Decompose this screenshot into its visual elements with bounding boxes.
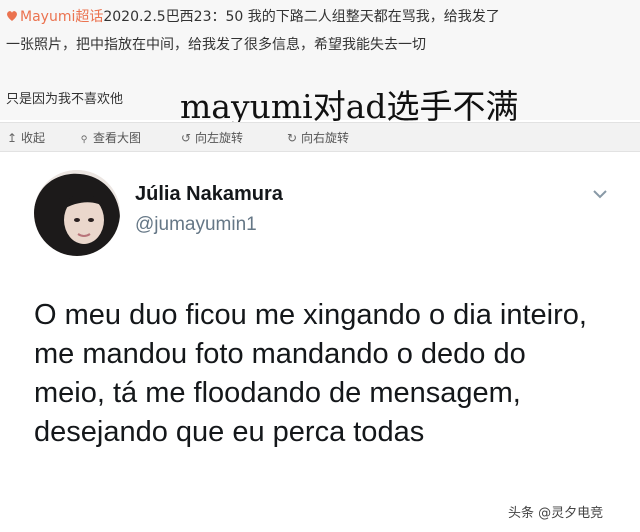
post-text-line-2: 一张照片，把中指放在中间，给我发了很多信息，希望我能失去一切 [6,37,426,53]
post-text-line-1: Mayumi超话2020.2.5巴西23：50 我的下路二人组整天都在骂我，给我… [6,6,500,26]
rotate-left-icon: ↺ [180,131,192,145]
watermark: 头条 @灵夕电竞 [508,506,604,521]
avatar-photo [34,170,120,256]
post-text-line-3: 只是因为我不喜欢他 [6,92,124,107]
magnifier-icon: ⚲ [80,135,88,145]
view-large-button[interactable]: ⚲ 查看大图 [78,129,141,146]
image-toolbar: ↥ 收起 ⚲ 查看大图 ↺ 向左旋转 ↻ 向右旋转 [0,122,640,152]
super-topic-link[interactable]: Mayumi超话 [20,9,103,25]
user-handle[interactable]: @jumayumin1 [135,214,257,236]
collapse-label: 收起 [21,131,46,145]
collapse-icon: ↥ [6,131,18,145]
super-topic-icon [7,11,17,21]
tweet-text: O meu duo ficou me xingando o dia inteir… [34,299,587,448]
rotate-right-icon: ↻ [286,131,298,145]
rotate-left-label: 向左旋转 [195,131,244,145]
avatar[interactable] [34,170,120,256]
overlay-caption: mayumi对ad选手不满 [180,87,519,126]
collapse-button[interactable]: ↥ 收起 [6,129,45,146]
tweet-card: Júlia Nakamura @jumayumin1 O meu duo fic… [0,152,640,532]
display-name[interactable]: Júlia Nakamura [135,183,283,206]
rotate-right-button[interactable]: ↻ 向右旋转 [286,129,349,146]
rotate-right-label: 向右旋转 [301,131,350,145]
weibo-post: Mayumi超话2020.2.5巴西23：50 我的下路二人组整天都在骂我，给我… [0,0,640,126]
chevron-down-icon[interactable] [592,188,608,200]
view-large-label: 查看大图 [93,131,142,145]
post-text: 2020.2.5巴西23：50 我的下路二人组整天都在骂我，给我发了 [103,9,500,25]
rotate-left-button[interactable]: ↺ 向左旋转 [180,129,243,146]
